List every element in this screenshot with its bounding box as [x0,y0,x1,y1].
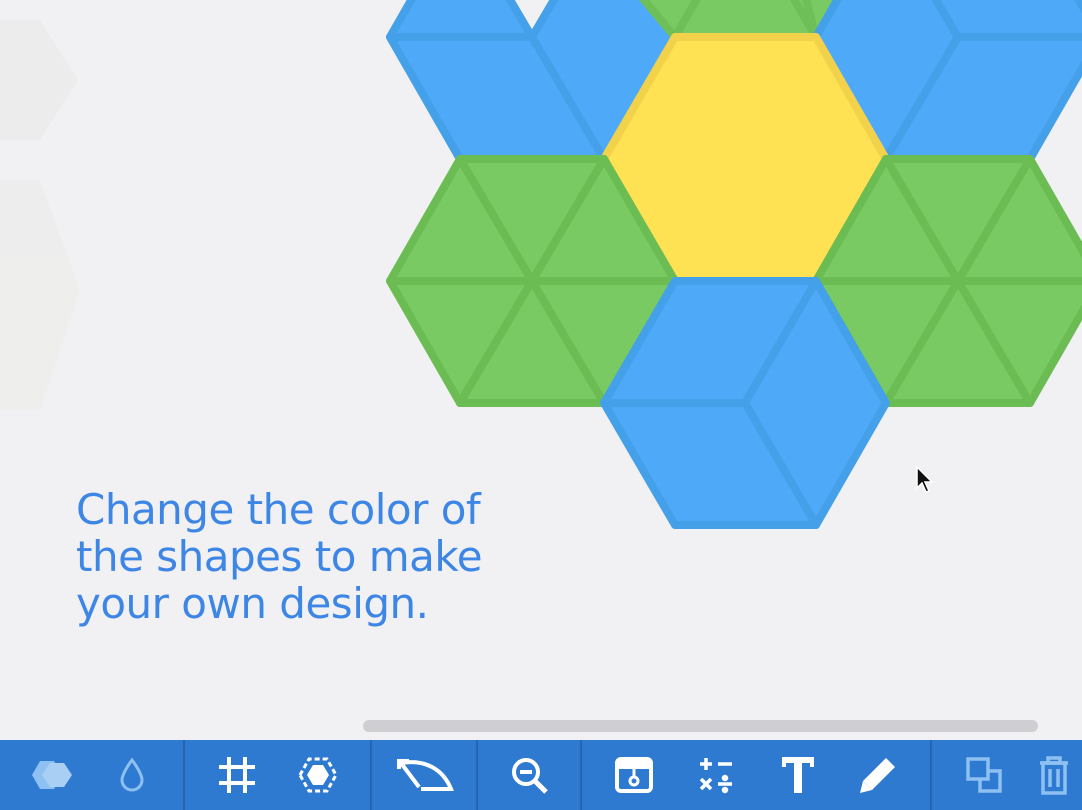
shapes-icon [32,761,72,789]
rotate-icon [397,759,454,791]
pattern-block-design[interactable] [386,0,1082,529]
toolbar-divider [183,740,185,810]
mouse-cursor-icon [916,465,934,499]
color-button[interactable] [100,740,164,810]
outline-button[interactable] [286,740,350,810]
instruction-line: Change the color of [76,485,481,534]
toolbar-divider [370,740,372,810]
design-canvas[interactable] [0,0,1082,740]
faint-background-shape [0,20,80,410]
grid-icon [219,757,255,793]
hexagon-outline-icon [298,757,338,793]
horizontal-scrollbar[interactable] [363,720,1038,732]
instruction-line: the shapes to make [76,532,483,581]
rotate-button[interactable] [392,740,458,810]
toolbar-divider [580,740,582,810]
toolbar-divider [930,740,932,810]
draw-button[interactable] [846,740,910,810]
grid-button[interactable] [205,740,269,810]
card-icon [615,757,653,793]
zoom-out-button[interactable] [497,740,561,810]
math-operations-icon [699,758,732,794]
toolbar-divider [476,740,478,810]
duplicate-button[interactable] [952,740,1016,810]
delete-button[interactable] [1034,740,1082,810]
zoom-out-icon [512,758,548,794]
pencil-icon [860,758,895,793]
trash-icon [1040,756,1068,795]
instruction-line: your own design. [76,579,429,628]
bottom-toolbar [0,740,1082,810]
text-icon [782,757,814,793]
instruction-text: Change the color of the shapes to make y… [76,486,496,627]
shapes-button[interactable] [18,740,82,810]
green-triangle[interactable] [671,0,820,41]
math-button[interactable] [684,740,748,810]
color-drop-icon [120,757,144,792]
text-button[interactable] [766,740,830,810]
card-button[interactable] [602,740,666,810]
duplicate-icon [966,757,1002,793]
